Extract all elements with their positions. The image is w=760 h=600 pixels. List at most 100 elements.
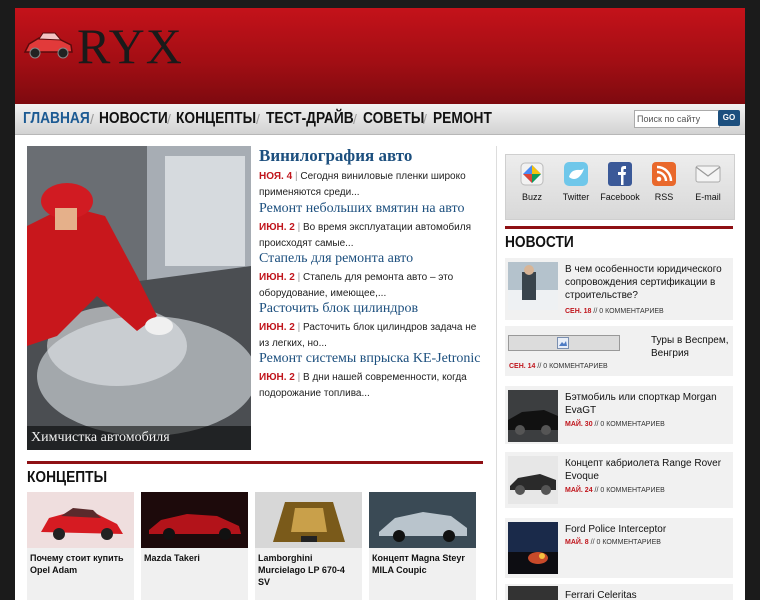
article-date: ИЮН. 2 (259, 322, 295, 333)
news-item[interactable]: Туры в Веспрем, Венгрия СЕН. 14 // 0 КОМ… (505, 326, 733, 376)
news-comments[interactable]: 0 КОММЕНТАРИЕВ (543, 363, 607, 370)
nav-item-concepts[interactable]: КОНЦЕПТЫ (176, 104, 256, 134)
news-thumbnail[interactable] (508, 262, 558, 310)
meta-separator: | (297, 372, 301, 383)
nav-separator: / (423, 111, 427, 127)
social-label: RSS (654, 192, 674, 202)
nav-item-repair[interactable]: РЕМОНТ (433, 104, 492, 134)
news-title[interactable]: В чем особенности юридического сопровожд… (565, 263, 733, 302)
news-item[interactable]: Ferrari Celeritas (505, 584, 733, 600)
news-item[interactable]: Бэтмобиль или спорткар Morgan EvaGT МАЙ.… (505, 386, 733, 444)
news-thumbnail[interactable] (508, 390, 558, 442)
news-meta: МАЙ. 8 // 0 КОММЕНТАРИЕВ (565, 538, 661, 548)
news-thumbnail[interactable] (508, 586, 558, 600)
news-meta: МАЙ. 30 // 0 КОММЕНТАРИЕВ (565, 420, 665, 430)
concept-card[interactable]: Lamborghini Murcielago LP 670-4 SV (255, 492, 362, 600)
article-date: ИЮН. 2 (259, 222, 295, 233)
twitter-icon[interactable] (563, 161, 589, 187)
article-date: ИЮН. 2 (259, 272, 295, 283)
news-thumbnail[interactable] (508, 335, 620, 351)
social-twitter[interactable]: Twitter (554, 161, 598, 203)
news-title[interactable]: Туры в Веспрем, Венгрия (651, 334, 733, 360)
news-comments[interactable]: 0 КОММЕНТАРИЕВ (600, 487, 664, 494)
article-title[interactable]: Ремонт небольших вмятин на авто (259, 201, 484, 217)
broken-image-icon (557, 337, 569, 349)
meta-separator: // (594, 421, 599, 428)
concept-card[interactable]: Почему стоит купить Opel Adam (27, 492, 134, 600)
social-facebook[interactable]: Facebook (598, 161, 642, 203)
article-meta: НОЯ. 4 | Сегодня виниловые пленки широко… (259, 169, 484, 201)
concept-title[interactable]: Mazda Takeri (144, 552, 245, 564)
news-comments[interactable]: 0 КОММЕНТАРИЕВ (597, 539, 661, 546)
article-meta: ИЮН. 2 | В дни нашей современности, когд… (259, 370, 484, 402)
column-divider (496, 146, 497, 600)
car-photo-icon (27, 492, 134, 548)
news-title[interactable]: Ferrari Celeritas (565, 589, 733, 600)
concept-title[interactable]: Почему стоит купить Opel Adam (30, 552, 131, 576)
news-title[interactable]: Концепт кабриолета Range Rover Evoque (565, 457, 733, 483)
news-thumbnail[interactable] (508, 522, 558, 574)
news-title[interactable]: Ford Police Interceptor (565, 523, 733, 536)
news-thumbnail[interactable] (508, 456, 558, 504)
car-photo-icon (255, 492, 362, 548)
social-label: Twitter (562, 192, 590, 202)
article-title[interactable]: Расточить блок цилиндров (259, 301, 484, 317)
meta-separator: | (294, 171, 298, 182)
concept-title[interactable]: Концепт Magna Steyr MILA Coupic (372, 552, 473, 576)
concept-card[interactable]: Mazda Takeri (141, 492, 248, 600)
news-comments[interactable]: 0 КОММЕНТАРИЕВ (599, 308, 663, 315)
nav-item-news[interactable]: НОВОСТИ (99, 104, 168, 134)
concept-image[interactable] (369, 492, 476, 548)
nav-separator: / (167, 111, 171, 127)
social-label: Buzz (521, 192, 542, 202)
concepts-heading: КОНЦЕПТЫ (27, 469, 108, 486)
featured-caption[interactable]: Химчистка автомобиля (27, 426, 251, 450)
nav-item-tips[interactable]: СОВЕТЫ (363, 104, 424, 134)
logo-text[interactable]: RYX (77, 16, 183, 76)
social-buzz[interactable]: Buzz (510, 161, 554, 203)
article-item: Расточить блок цилиндров ИЮН. 2 | Расточ… (259, 301, 484, 352)
email-icon[interactable] (695, 161, 721, 187)
news-photo-icon (508, 522, 558, 574)
nav-separator: / (256, 111, 260, 127)
news-meta: СЕН. 14 // 0 КОММЕНТАРИЕВ (509, 362, 608, 372)
news-date: МАЙ. 8 (565, 539, 589, 546)
featured-image[interactable] (27, 146, 251, 450)
news-item[interactable]: В чем особенности юридического сопровожд… (505, 258, 733, 320)
search-button[interactable]: GO (718, 110, 740, 126)
nav-separator: / (90, 111, 94, 127)
news-title[interactable]: Бэтмобиль или спорткар Morgan EvaGT (565, 391, 733, 417)
concept-card[interactable]: Концепт Magna Steyr MILA Coupic (369, 492, 476, 600)
article-title[interactable]: Ремонт системы впрыска KE-Jetronic (259, 351, 484, 367)
nav-separator: / (353, 111, 357, 127)
news-photo-icon (508, 456, 558, 504)
social-label: E-mail (695, 192, 721, 202)
article-title[interactable]: Винилография авто (259, 146, 484, 166)
article-date: НОЯ. 4 (259, 171, 293, 182)
nav-item-home[interactable]: ГЛАВНАЯ (23, 104, 90, 134)
article-meta: ИЮН. 2 | Стапель для ремонта авто – это … (259, 270, 484, 302)
concept-title[interactable]: Lamborghini Murcielago LP 670-4 SV (258, 552, 359, 588)
search-input[interactable]: Поиск по сайту (634, 110, 720, 128)
logo-car-icon[interactable] (21, 22, 75, 66)
meta-separator: // (590, 539, 595, 546)
nav-item-test-drive[interactable]: ТЕСТ-ДРАЙВ (266, 104, 354, 134)
social-rss[interactable]: RSS (642, 161, 686, 203)
news-photo-icon (508, 262, 558, 310)
concept-image[interactable] (27, 492, 134, 548)
concept-image[interactable] (141, 492, 248, 548)
concept-image[interactable] (255, 492, 362, 548)
buzz-icon[interactable] (519, 161, 545, 187)
news-item[interactable]: Ford Police Interceptor МАЙ. 8 // 0 КОММ… (505, 518, 733, 578)
social-email[interactable]: E-mail (686, 161, 730, 203)
news-item[interactable]: Концепт кабриолета Range Rover Evoque МА… (505, 452, 733, 508)
featured-photo-icon (27, 146, 251, 450)
article-title[interactable]: Стапель для ремонта авто (259, 251, 484, 267)
news-date: МАЙ. 30 (565, 421, 593, 428)
facebook-icon[interactable] (607, 161, 633, 187)
rss-icon[interactable] (651, 161, 677, 187)
news-comments[interactable]: 0 КОММЕНТАРИЕВ (600, 421, 664, 428)
social-label: Facebook (600, 192, 640, 202)
article-meta: ИЮН. 2 | Расточить блок цилиндров задача… (259, 320, 484, 352)
meta-separator: // (537, 363, 542, 370)
